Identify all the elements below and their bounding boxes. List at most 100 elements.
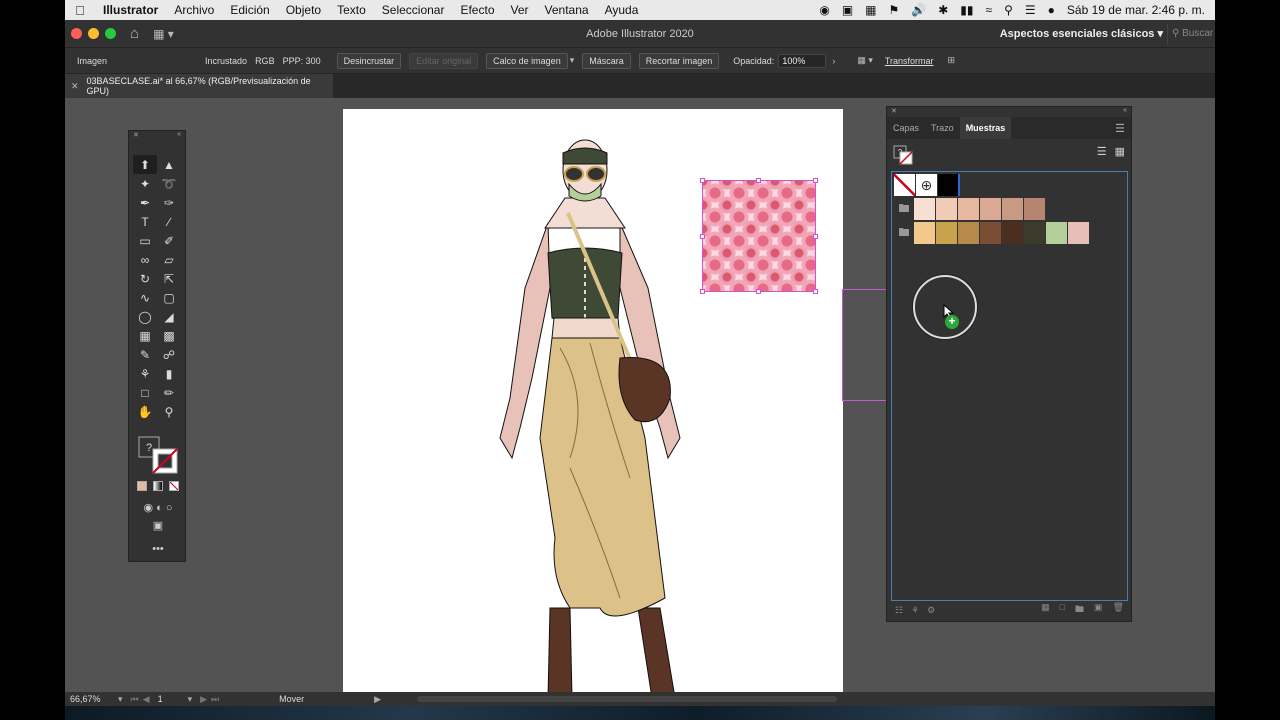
artboard-number[interactable]: 1 bbox=[158, 694, 188, 704]
swatch-chip[interactable] bbox=[936, 222, 958, 244]
siri-icon[interactable]: ● bbox=[1048, 3, 1055, 17]
gradient-tool-icon[interactable]: ▩ bbox=[157, 326, 181, 345]
bluetooth-icon[interactable]: ✱ bbox=[938, 3, 948, 17]
apple-icon[interactable]:  bbox=[65, 3, 95, 18]
selection-handle[interactable] bbox=[700, 289, 705, 294]
zoom-window-button[interactable] bbox=[105, 28, 116, 39]
screen-mode-icon[interactable]: ▣ bbox=[129, 519, 187, 532]
swatch-chip[interactable] bbox=[1024, 198, 1046, 220]
shape-builder-tool-icon[interactable]: ◯ bbox=[133, 307, 157, 326]
zoom-dropdown-icon[interactable]: ▾ bbox=[118, 694, 123, 705]
selection-tool-icon[interactable]: ⬆ bbox=[133, 155, 157, 174]
delete-swatch-icon[interactable]: 🗑 bbox=[1113, 602, 1124, 618]
selection-handle[interactable] bbox=[813, 234, 818, 239]
folder-icon[interactable]: 🖿 bbox=[894, 222, 914, 244]
stock-search-input[interactable]: ⚲ Buscar en Adobe Stock bbox=[1167, 23, 1215, 44]
opacity-input[interactable]: 100% bbox=[778, 53, 827, 68]
swatch-chip[interactable] bbox=[980, 222, 1002, 244]
arrange-documents-icon[interactable]: ▦ ▾ bbox=[153, 27, 174, 41]
tab-muestras[interactable]: Muestras bbox=[959, 117, 1012, 139]
swatch-black[interactable] bbox=[938, 174, 960, 196]
new-color-group-icon[interactable]: ▦ bbox=[1041, 602, 1050, 618]
swatch-libraries-icon[interactable]: ☷ bbox=[895, 605, 903, 616]
rotate-tool-icon[interactable]: ↻ bbox=[133, 269, 157, 288]
minimize-window-button[interactable] bbox=[88, 28, 99, 39]
fill-stroke-mini-icon[interactable]: ? bbox=[893, 145, 913, 165]
selection-handle[interactable] bbox=[813, 289, 818, 294]
column-graph-tool-icon[interactable]: ▮ bbox=[157, 364, 181, 383]
collapse-panel-icon[interactable]: « bbox=[1123, 107, 1127, 117]
swatch-chip[interactable] bbox=[1002, 222, 1024, 244]
hand-tool-icon[interactable]: ✋ bbox=[133, 402, 157, 421]
magic-wand-tool-icon[interactable]: ✦ bbox=[133, 174, 157, 193]
swatch-chip[interactable] bbox=[1002, 198, 1024, 220]
edit-original-button[interactable]: Editar original bbox=[409, 52, 479, 69]
symbol-sprayer-tool-icon[interactable]: ⚘ bbox=[133, 364, 157, 383]
selection-handle[interactable] bbox=[700, 234, 705, 239]
control-center-icon[interactable]: ☰ bbox=[1025, 3, 1036, 17]
zoom-level[interactable]: 66,67% bbox=[70, 694, 118, 704]
tab-trazo[interactable]: Trazo bbox=[925, 117, 960, 139]
swatch-list[interactable]: ⊕ 🖿 🖿 bbox=[891, 171, 1128, 601]
pen-tool-icon[interactable]: ✒ bbox=[133, 193, 157, 212]
edit-group-icon[interactable]: □ bbox=[1060, 602, 1065, 618]
new-swatch-icon[interactable]: ▣ bbox=[1094, 602, 1103, 618]
mask-button[interactable]: Máscara bbox=[582, 52, 631, 69]
type-tool-icon[interactable]: T bbox=[133, 212, 157, 231]
horizontal-scrollbar[interactable] bbox=[417, 696, 837, 702]
swatch-chip[interactable] bbox=[914, 222, 936, 244]
zoom-tool-icon[interactable]: ⚲ bbox=[157, 402, 181, 421]
selection-handle[interactable] bbox=[756, 289, 761, 294]
swatch-chip[interactable] bbox=[936, 198, 958, 220]
last-artboard-icon[interactable]: ⏭ bbox=[211, 694, 219, 705]
curvature-tool-icon[interactable]: ✑ bbox=[157, 193, 181, 212]
selection-handle[interactable] bbox=[756, 178, 761, 183]
blend-tool-icon[interactable]: ☍ bbox=[157, 345, 181, 364]
draw-mode-icons[interactable]: ◉ ◐ ○ bbox=[129, 501, 187, 514]
image-trace-dropdown-icon[interactable]: ▾ bbox=[570, 55, 575, 66]
menu-ayuda[interactable]: Ayuda bbox=[597, 3, 647, 17]
menu-archivo[interactable]: Archivo bbox=[166, 3, 222, 17]
image-trace-button[interactable]: Calco de imagen bbox=[486, 52, 568, 69]
first-artboard-icon[interactable]: ⏮ bbox=[131, 694, 139, 705]
document-tab[interactable]: ✕ 03BASECLASE.ai* al 66,67% (RGB/Previsu… bbox=[65, 74, 333, 98]
menu-seleccionar[interactable]: Seleccionar bbox=[374, 3, 453, 17]
shaper-tool-icon[interactable]: ∞ bbox=[133, 250, 157, 269]
workspace-switcher[interactable]: Aspectos esenciales clásicos ▾ bbox=[1000, 27, 1163, 40]
color-mode-icon[interactable] bbox=[137, 481, 147, 491]
slice-tool-icon[interactable]: ✏ bbox=[157, 383, 181, 402]
close-panel-icon[interactable]: ✕ bbox=[891, 107, 897, 117]
direct-selection-tool-icon[interactable]: ▲ bbox=[157, 155, 181, 174]
artboard-dropdown-icon[interactable]: ▾ bbox=[188, 694, 193, 705]
clock-datetime[interactable]: Sáb 19 de mar. 2:46 p. m. bbox=[1067, 3, 1205, 17]
align-grid-icon[interactable]: ▦ ▾ bbox=[857, 55, 873, 66]
flag-us-icon[interactable]: ⚑ bbox=[889, 3, 900, 17]
isolate-icon[interactable]: ⊞ bbox=[948, 55, 956, 66]
display-icon[interactable]: ▣ bbox=[842, 3, 853, 17]
grid-icon[interactable]: ▦ bbox=[865, 3, 876, 17]
swatch-chip[interactable] bbox=[980, 198, 1002, 220]
swatch-chip[interactable] bbox=[914, 198, 936, 220]
thumbnail-view-icon[interactable]: ▦ bbox=[1115, 145, 1125, 158]
record-icon[interactable]: ◉ bbox=[819, 3, 829, 17]
fill-stroke-widget[interactable]: ? bbox=[129, 435, 187, 478]
artboard-tool-icon[interactable]: □ bbox=[133, 383, 157, 402]
swatch-chip[interactable] bbox=[1046, 222, 1068, 244]
eraser-tool-icon[interactable]: ▱ bbox=[157, 250, 181, 269]
fashion-illustration[interactable] bbox=[470, 138, 700, 692]
close-window-button[interactable] bbox=[71, 28, 82, 39]
line-tool-icon[interactable]: ∕ bbox=[157, 212, 181, 231]
swatch-registration[interactable]: ⊕ bbox=[916, 174, 938, 196]
menu-ver[interactable]: Ver bbox=[503, 3, 537, 17]
battery-icon[interactable]: ▮▮ bbox=[960, 3, 973, 17]
menu-efecto[interactable]: Efecto bbox=[452, 3, 502, 17]
selection-handle[interactable] bbox=[700, 178, 705, 183]
transform-link[interactable]: Transformar bbox=[885, 56, 934, 66]
close-tab-icon[interactable]: ✕ bbox=[71, 81, 79, 92]
status-arrow-icon[interactable]: ▶ bbox=[374, 694, 381, 705]
volume-icon[interactable]: 🔊 bbox=[911, 3, 926, 17]
home-icon[interactable]: ⌂ bbox=[130, 25, 139, 42]
swatch-chip[interactable] bbox=[958, 198, 980, 220]
paintbrush-tool-icon[interactable]: ✐ bbox=[157, 231, 181, 250]
crop-image-button[interactable]: Recortar imagen bbox=[638, 52, 720, 69]
